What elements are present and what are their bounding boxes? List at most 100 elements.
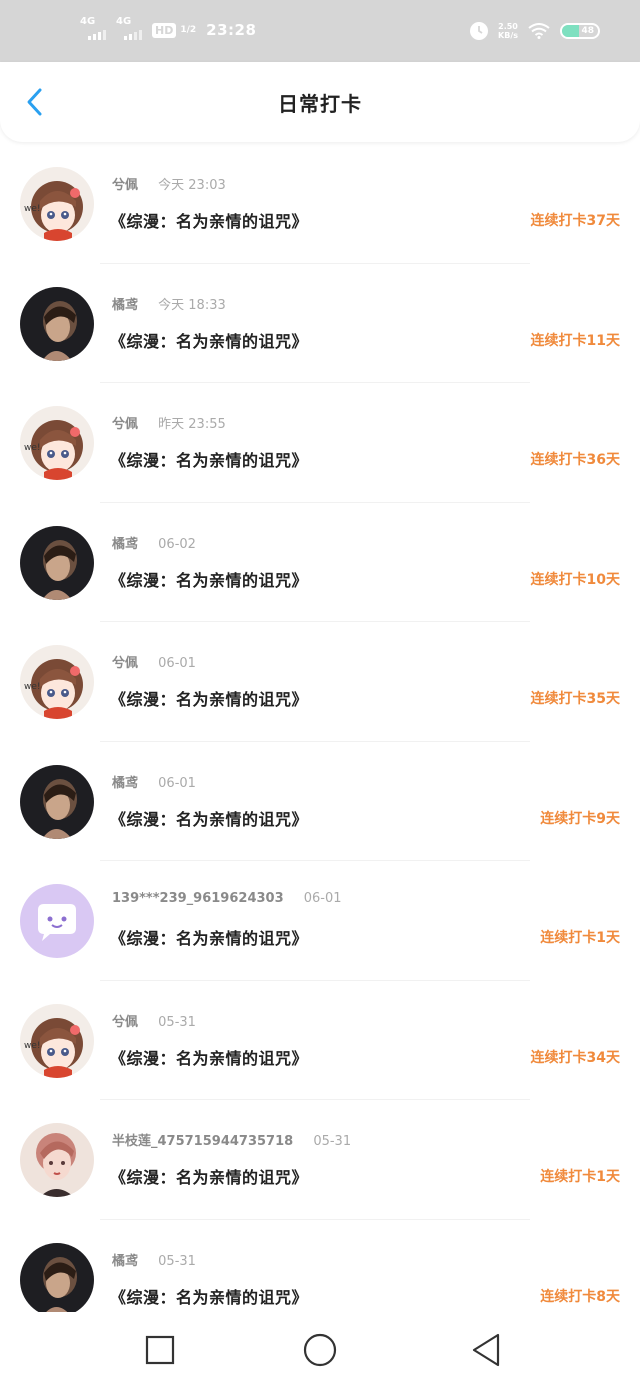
book-title[interactable]: 《综漫：名为亲情的诅咒》 — [110, 1164, 308, 1188]
streak-badge: 连续打卡36天 — [530, 452, 620, 468]
page-title: 日常打卡 — [278, 92, 362, 116]
avatar[interactable] — [20, 884, 94, 958]
user-name[interactable]: 橘鸢 — [112, 776, 138, 791]
checkin-item[interactable]: 橘鸢 06-02 《综漫：名为亲情的诅咒》 连续打卡10天 — [0, 503, 640, 622]
checkin-time: 今天 23:03 — [158, 178, 226, 193]
checkin-item[interactable]: we! 兮佩 今天 23:03 《综漫：名为亲情的诅咒》 连续打卡37天 — [0, 144, 640, 264]
net-speed: 2.50 KB/s — [498, 22, 518, 40]
user-name[interactable]: 兮佩 — [112, 1015, 138, 1030]
book-title[interactable]: 《综漫：名为亲情的诅咒》 — [110, 328, 308, 352]
status-bar: 4G 4G HD 1/2 23:28 2.50 KB/s 48 — [0, 0, 640, 62]
user-name[interactable]: 橘鸢 — [112, 537, 138, 552]
checkin-meta: 兮佩 06-01 — [112, 652, 196, 671]
avatar[interactable]: we! — [20, 406, 94, 480]
net-speed-value: 2.50 — [498, 22, 518, 31]
avatar[interactable] — [20, 525, 94, 600]
battery-text: 48 — [581, 26, 594, 36]
signal-2-label: 4G — [116, 16, 132, 27]
book-title[interactable]: 《综漫：名为亲情的诅咒》 — [110, 1284, 308, 1308]
avatar[interactable] — [20, 1123, 94, 1197]
user-name[interactable]: 兮佩 — [112, 178, 138, 193]
book-title[interactable]: 《综漫：名为亲情的诅咒》 — [110, 925, 308, 949]
dark-portrait-avatar — [20, 286, 94, 361]
avatar[interactable] — [20, 764, 94, 839]
avatar[interactable]: we! — [20, 167, 94, 241]
net-speed-unit: KB/s — [498, 31, 518, 40]
checkin-item[interactable]: 橘鸢 今天 18:33 《综漫：名为亲情的诅咒》 连续打卡11天 — [0, 264, 640, 383]
checkin-meta: 橘鸢 今天 18:33 — [112, 294, 226, 313]
checkin-meta: 橘鸢 06-02 — [112, 533, 196, 552]
alarm-icon — [470, 22, 489, 40]
nav-back-button[interactable] — [466, 1330, 506, 1370]
book-title[interactable]: 《综漫：名为亲情的诅咒》 — [110, 806, 308, 830]
book-title[interactable]: 《综漫：名为亲情的诅咒》 — [110, 686, 308, 710]
book-title[interactable]: 《综漫：名为亲情的诅咒》 — [110, 567, 308, 591]
checkin-time: 06-02 — [158, 536, 196, 552]
book-title[interactable]: 《综漫：名为亲情的诅咒》 — [110, 447, 308, 471]
user-name[interactable]: 半枝莲_475715944735718 — [112, 1134, 293, 1149]
battery-fill — [562, 25, 580, 37]
dark-portrait-avatar — [20, 764, 94, 839]
checkin-meta: 139***239_9619624303 06-01 — [112, 891, 342, 906]
hd-badge: HD — [152, 22, 177, 38]
status-right: 2.50 KB/s 48 — [470, 22, 600, 40]
checkin-item[interactable]: 橘鸢 05-31 《综漫：名为亲情的诅咒》 连续打卡8天 — [0, 1220, 640, 1325]
checkin-meta: 兮佩 05-31 — [112, 1011, 196, 1030]
checkin-item[interactable]: 139***239_9619624303 06-01 《综漫：名为亲情的诅咒》 … — [0, 861, 640, 981]
user-name[interactable]: 橘鸢 — [112, 298, 138, 313]
wifi-icon — [528, 23, 550, 39]
streak-badge: 连续打卡37天 — [530, 213, 620, 229]
checkin-item[interactable]: we! 兮佩 昨天 23:55 《综漫：名为亲情的诅咒》 连续打卡36天 — [0, 383, 640, 503]
checkin-meta: 兮佩 昨天 23:55 — [112, 413, 226, 432]
user-name[interactable]: 兮佩 — [112, 417, 138, 432]
circle-home-icon — [303, 1333, 337, 1367]
checkin-time: 05-31 — [313, 1134, 352, 1149]
streak-badge: 连续打卡34天 — [530, 1049, 620, 1066]
checkin-meta: 橘鸢 05-31 — [112, 1250, 196, 1269]
checkin-meta: 兮佩 今天 23:03 — [112, 174, 226, 193]
streak-badge: 连续打卡8天 — [540, 1288, 620, 1305]
svg-text:we!: we! — [24, 443, 41, 453]
checkin-time: 昨天 23:55 — [158, 417, 226, 432]
triangle-back-icon — [472, 1333, 500, 1367]
signal-1-label: 4G — [80, 16, 96, 27]
checkin-item[interactable]: we! 兮佩 05-31 《综漫：名为亲情的诅咒》 连续打卡34天 — [0, 981, 640, 1100]
chat-bubble-avatar — [20, 884, 94, 958]
checkin-time: 06-01 — [158, 656, 196, 671]
checkin-item[interactable]: 橘鸢 06-01 《综漫：名为亲情的诅咒》 连续打卡9天 — [0, 742, 640, 861]
avatar[interactable] — [20, 1242, 94, 1317]
streak-badge: 连续打卡35天 — [530, 691, 620, 707]
book-title[interactable]: 《综漫：名为亲情的诅咒》 — [110, 208, 308, 232]
svg-text:we!: we! — [24, 1041, 41, 1051]
checkin-time: 05-31 — [158, 1253, 196, 1269]
battery-icon: 48 — [560, 23, 600, 39]
streak-badge: 连续打卡1天 — [540, 1169, 620, 1185]
user-name[interactable]: 橘鸢 — [112, 1254, 138, 1269]
hd-slot: 1/2 — [180, 25, 197, 35]
streak-badge: 连续打卡10天 — [530, 571, 620, 588]
avatar[interactable] — [20, 286, 94, 361]
painted-girl-avatar — [20, 1123, 94, 1197]
checkin-item[interactable]: 半枝莲_475715944735718 05-31 《综漫：名为亲情的诅咒》 连… — [0, 1100, 640, 1220]
checkin-time: 今天 18:33 — [158, 297, 226, 313]
status-time: 23:28 — [206, 21, 257, 39]
book-title[interactable]: 《综漫：名为亲情的诅咒》 — [110, 1045, 308, 1069]
checkin-time: 06-01 — [303, 891, 342, 906]
recents-button[interactable] — [140, 1330, 180, 1370]
dark-portrait-avatar — [20, 525, 94, 600]
streak-badge: 连续打卡11天 — [530, 332, 620, 349]
checkin-list: we! 兮佩 今天 23:03 《综漫：名为亲情的诅咒》 连续打卡37天 橘鸢 … — [0, 144, 640, 1324]
checkin-time: 05-31 — [158, 1014, 196, 1030]
home-button[interactable] — [300, 1330, 340, 1370]
square-recents-icon — [145, 1335, 175, 1365]
streak-badge: 连续打卡1天 — [540, 930, 620, 946]
svg-text:we!: we! — [24, 204, 41, 214]
checkin-item[interactable]: we! 兮佩 06-01 《综漫：名为亲情的诅咒》 连续打卡35天 — [0, 622, 640, 742]
system-nav-bar — [0, 1312, 640, 1387]
avatar[interactable]: we! — [20, 1003, 94, 1078]
anime-girl-avatar: we! — [20, 1003, 94, 1078]
header: 日常打卡 — [0, 62, 640, 142]
user-name[interactable]: 兮佩 — [112, 656, 138, 671]
user-name[interactable]: 139***239_9619624303 — [112, 891, 284, 906]
avatar[interactable]: we! — [20, 645, 94, 719]
